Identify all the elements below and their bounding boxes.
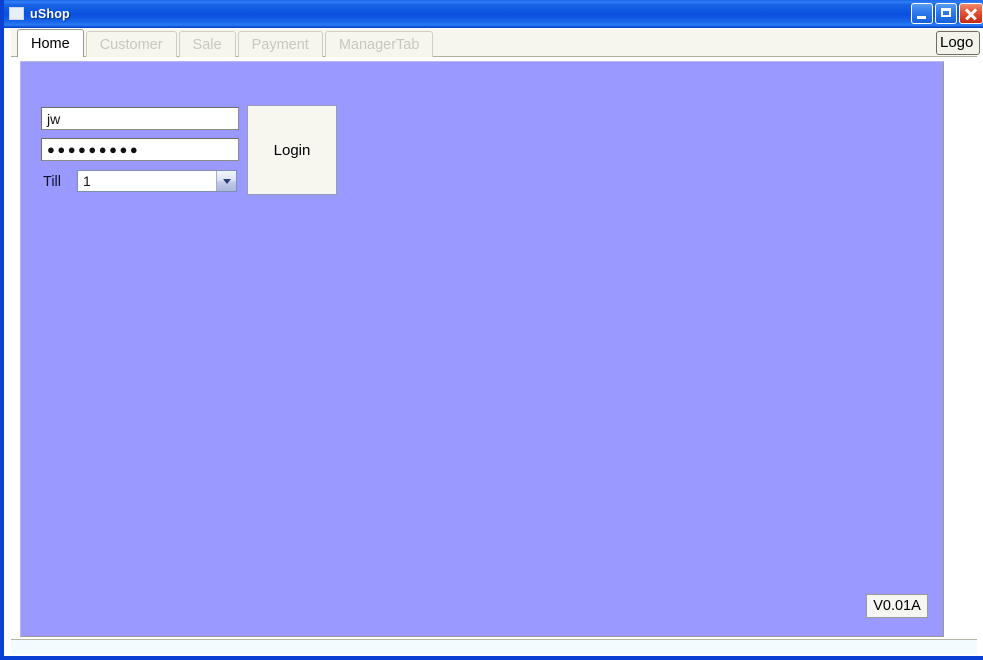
password-value: ●●●●●●●●● — [47, 142, 141, 157]
application-icon — [9, 7, 24, 20]
username-value: jw — [47, 110, 61, 127]
minimize-icon — [917, 16, 926, 19]
tab-payment-label: Payment — [251, 36, 309, 53]
logo-box[interactable]: Logo — [936, 31, 980, 55]
home-panel: jw ●●●●●●●●● Till 1 Login V0.01A — [20, 61, 944, 637]
tab-list: Home Customer Sale Payment ManagerTab — [17, 29, 435, 57]
tab-payment[interactable]: Payment — [237, 31, 323, 57]
username-input[interactable]: jw — [41, 107, 239, 130]
chevron-down-glyph — [222, 178, 231, 184]
status-bar — [11, 639, 977, 654]
tab-customer[interactable]: Customer — [85, 31, 177, 57]
window-controls — [911, 3, 983, 24]
ushop-window: uShop Home Customer Sale Payment Manager… — [0, 0, 983, 660]
chevron-down-icon[interactable] — [216, 171, 236, 191]
tab-home[interactable]: Home — [17, 29, 84, 57]
version-badge: V0.01A — [866, 594, 928, 618]
maximize-button[interactable] — [935, 3, 957, 24]
tab-managertab-label: ManagerTab — [338, 36, 420, 53]
login-button[interactable]: Login — [247, 105, 337, 195]
tab-home-label: Home — [31, 35, 70, 52]
application-screenshot: uShop Home Customer Sale Payment Manager… — [0, 0, 983, 660]
close-button[interactable] — [959, 3, 983, 24]
tab-managertab[interactable]: ManagerTab — [324, 31, 434, 57]
till-label: Till — [43, 174, 61, 190]
window-title: uShop — [30, 6, 70, 21]
minimize-button[interactable] — [911, 3, 933, 24]
password-input[interactable]: ●●●●●●●●● — [41, 138, 239, 161]
logo-label: Logo — [940, 34, 974, 51]
tab-sale-label: Sale — [192, 36, 222, 53]
tab-customer-label: Customer — [99, 36, 163, 53]
maximize-icon — [941, 8, 951, 17]
window-titlebar[interactable]: uShop — [4, 0, 983, 28]
till-select[interactable]: 1 — [77, 170, 237, 192]
tab-sale[interactable]: Sale — [178, 31, 236, 57]
till-selected-value: 1 — [83, 173, 91, 189]
version-label: V0.01A — [873, 598, 921, 614]
tab-strip: Home Customer Sale Payment ManagerTab — [11, 29, 977, 57]
login-button-label: Login — [273, 141, 311, 159]
window-client-area: Home Customer Sale Payment ManagerTab Lo… — [8, 28, 983, 656]
